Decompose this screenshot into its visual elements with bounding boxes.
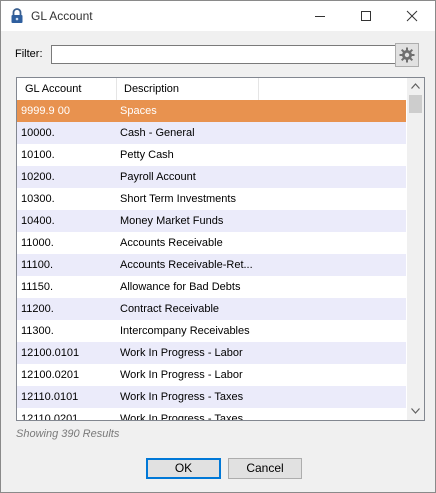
gear-icon <box>399 47 415 63</box>
description-cell: Money Market Funds <box>120 215 224 227</box>
description-cell: Spaces <box>120 105 157 117</box>
title-bar: GL Account <box>1 1 435 31</box>
account-cell: 10100. <box>21 149 55 161</box>
settings-button[interactable] <box>395 43 419 67</box>
table-row[interactable]: 10400. Money Market Funds <box>17 210 406 232</box>
account-cell: 11150. <box>21 281 54 293</box>
table-row[interactable]: 12100.0201 Work In Progress - Labor <box>17 364 406 386</box>
account-cell: 10300. <box>21 193 55 205</box>
description-cell: Accounts Receivable-Ret... <box>120 259 253 271</box>
description-cell: Work In Progress - Labor <box>120 347 243 359</box>
column-header-gl-account[interactable]: GL Account <box>17 78 117 100</box>
account-cell: 12110.0201 <box>21 413 79 421</box>
table-row[interactable]: 11200. Contract Receivable <box>17 298 406 320</box>
grid-header: GL Account Description <box>17 78 406 101</box>
table-row[interactable]: 11000. Accounts Receivable <box>17 232 406 254</box>
minimize-button[interactable] <box>297 1 343 31</box>
table-row[interactable]: 11300. Intercompany Receivables <box>17 320 406 342</box>
account-cell: 12110.0101 <box>21 391 79 403</box>
account-cell: 11200. <box>21 303 54 315</box>
description-cell: Allowance for Bad Debts <box>120 281 241 293</box>
description-cell: Work In Progress - Taxes <box>120 391 244 403</box>
maximize-button[interactable] <box>343 1 389 31</box>
description-cell: Petty Cash <box>120 149 174 161</box>
close-icon <box>406 10 418 22</box>
description-cell: Cash - General <box>120 127 195 139</box>
chevron-up-icon <box>411 83 420 89</box>
description-cell: Work In Progress - Taxes <box>120 413 244 421</box>
table-row[interactable]: 12110.0201 Work In Progress - Taxes <box>17 408 406 421</box>
account-cell: 9999.9 00 <box>21 105 70 117</box>
account-cell: 10400. <box>21 215 55 227</box>
description-cell: Accounts Receivable <box>120 237 223 249</box>
cancel-button[interactable]: Cancel <box>228 458 302 479</box>
lock-icon <box>10 8 24 24</box>
table-row[interactable]: 10000. Cash - General <box>17 122 406 144</box>
table-row[interactable]: 12110.0101 Work In Progress - Taxes <box>17 386 406 408</box>
description-cell: Intercompany Receivables <box>120 325 250 337</box>
account-cell: 12100.0101 <box>21 347 80 359</box>
grid-rows: 9999.9 00 Spaces 10000. Cash - General 1… <box>17 100 406 421</box>
scroll-up-button[interactable] <box>407 78 424 95</box>
scroll-thumb[interactable] <box>409 95 422 113</box>
results-count: Showing 390 Results <box>16 428 120 440</box>
filter-input[interactable] <box>51 45 397 64</box>
chevron-down-icon <box>411 408 420 414</box>
description-cell: Payroll Account <box>120 171 196 183</box>
filter-label: Filter: <box>15 48 43 60</box>
window-title: GL Account <box>31 9 93 23</box>
table-row[interactable]: 11100. Accounts Receivable-Ret... <box>17 254 406 276</box>
table-row[interactable]: 10300. Short Term Investments <box>17 188 406 210</box>
scroll-down-button[interactable] <box>407 403 424 420</box>
description-cell: Short Term Investments <box>120 193 236 205</box>
table-row[interactable]: 10200. Payroll Account <box>17 166 406 188</box>
column-header-description[interactable]: Description <box>117 78 259 100</box>
account-cell: 10200. <box>21 171 55 183</box>
close-button[interactable] <box>389 1 435 31</box>
maximize-icon <box>361 11 371 21</box>
account-cell: 11300. <box>21 325 54 337</box>
account-cell: 10000. <box>21 127 55 139</box>
account-cell: 11000. <box>21 237 54 249</box>
table-row[interactable]: 10100. Petty Cash <box>17 144 406 166</box>
account-cell: 12100.0201 <box>21 369 80 381</box>
table-row[interactable]: 11150. Allowance for Bad Debts <box>17 276 406 298</box>
account-cell: 11100. <box>21 259 54 271</box>
description-cell: Work In Progress - Labor <box>120 369 243 381</box>
ok-button[interactable]: OK <box>146 458 221 479</box>
table-row[interactable]: 12100.0101 Work In Progress - Labor <box>17 342 406 364</box>
description-cell: Contract Receivable <box>120 303 220 315</box>
gl-account-dialog: GL Account Filter: GL Account Descriptio… <box>0 0 436 493</box>
gl-account-grid[interactable]: GL Account Description 9999.9 00 Spaces … <box>16 77 425 421</box>
minimize-icon <box>315 16 325 17</box>
table-row-selected[interactable]: 9999.9 00 Spaces <box>17 100 406 122</box>
vertical-scrollbar[interactable] <box>407 78 424 420</box>
